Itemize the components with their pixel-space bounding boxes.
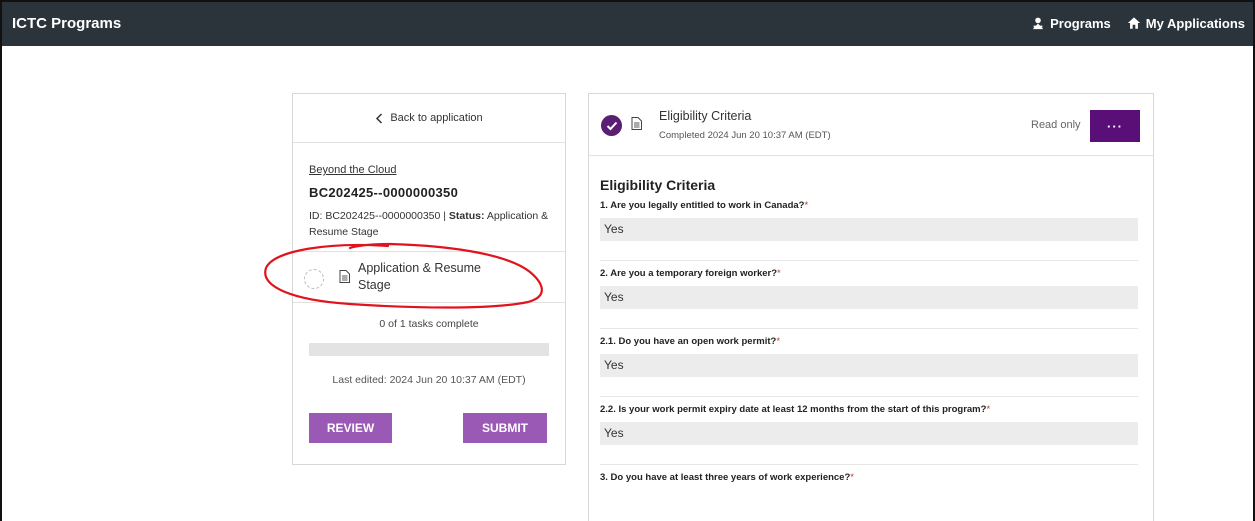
question-text: 2.2. Is your work permit expiry date at … xyxy=(600,404,987,415)
application-info: Beyond the Cloud BC202425--0000000350 ID… xyxy=(293,143,565,252)
stage-label: Application & Resume Stage xyxy=(358,261,481,292)
programs-icon xyxy=(1032,17,1044,30)
application-summary-card: Back to application Beyond the Cloud BC2… xyxy=(292,93,566,465)
review-button[interactable]: REVIEW xyxy=(309,413,392,443)
nav-programs-label: Programs xyxy=(1050,15,1111,31)
back-label: Back to application xyxy=(390,112,483,124)
form-title: Eligibility Criteria xyxy=(600,177,716,193)
task-completed-date: Completed 2024 Jun 20 10:37 AM (EDT) xyxy=(659,130,831,141)
read-only-label: Read only xyxy=(1031,119,1081,131)
question-item: 2.2. Is your work permit expiry date at … xyxy=(600,404,1138,465)
question-label: 2.2. Is your work permit expiry date at … xyxy=(600,404,1138,415)
answer-field: Yes xyxy=(600,218,1138,241)
eligibility-criteria-card: Eligibility Criteria Completed 2024 Jun … xyxy=(588,93,1154,521)
question-label: 1. Are you legally entitled to work in C… xyxy=(600,200,1138,211)
answer-field: Yes xyxy=(600,354,1138,377)
task-header: Eligibility Criteria Completed 2024 Jun … xyxy=(589,94,1153,156)
question-divider xyxy=(600,309,1138,329)
document-icon xyxy=(631,117,642,130)
required-mark: * xyxy=(850,472,854,483)
question-text: 3. Do you have at least three years of w… xyxy=(600,472,851,483)
nav-my-applications-label: My Applications xyxy=(1145,15,1245,31)
question-divider xyxy=(600,241,1138,261)
required-mark: * xyxy=(776,336,781,347)
completed-check-icon xyxy=(601,115,622,136)
question-item: 2.1. Do you have an open work permit?* Y… xyxy=(600,336,1138,397)
question-item: 1. Are you legally entitled to work in C… xyxy=(600,200,1138,261)
more-options-button[interactable]: ··· xyxy=(1090,110,1140,142)
question-text: 2.1. Do you have an open work permit? xyxy=(600,336,777,347)
last-edited-text: Last edited: 2024 Jun 20 10:37 AM (EDT) xyxy=(332,374,526,386)
stage-item[interactable]: Application & Resume Stage xyxy=(293,252,565,303)
application-code: BC202425--0000000350 xyxy=(309,185,459,200)
required-mark: * xyxy=(986,404,991,415)
required-mark: * xyxy=(777,268,781,279)
question-label: 2. Are you a temporary foreign worker?* xyxy=(600,268,1138,279)
application-meta: ID: BC202425--0000000350 | Status: Appli… xyxy=(309,208,549,240)
answer-field: Yes xyxy=(600,286,1138,309)
question-label: 2.1. Do you have an open work permit?* xyxy=(600,336,1138,347)
document-icon xyxy=(339,270,350,283)
question-text: 2. Are you a temporary foreign worker? xyxy=(600,268,778,279)
meta-id-prefix: ID: xyxy=(309,210,326,222)
organization-link[interactable]: Beyond the Cloud xyxy=(309,164,396,176)
question-item: 3. Do you have at least three years of w… xyxy=(600,472,1138,483)
tasks-status: 0 of 1 tasks complete xyxy=(379,318,479,330)
meta-id: BC202425--0000000350 xyxy=(325,210,441,222)
eligibility-form: Eligibility Criteria 1. Are you legally … xyxy=(589,177,1153,483)
home-icon xyxy=(1127,17,1140,29)
submit-button[interactable]: SUBMIT xyxy=(463,413,547,443)
question-text: 1. Are you legally entitled to work in C… xyxy=(600,200,805,211)
meta-sep: | xyxy=(440,210,449,222)
chevron-left-icon xyxy=(376,112,383,124)
answer-field: Yes xyxy=(600,422,1138,445)
app-brand[interactable]: ICTC Programs xyxy=(12,15,121,32)
question-item: 2. Are you a temporary foreign worker?* … xyxy=(600,268,1138,329)
nav-my-applications[interactable]: My Applications xyxy=(1127,16,1245,31)
nav-programs[interactable]: Programs xyxy=(1031,16,1111,31)
task-title: Eligibility Criteria xyxy=(659,109,752,123)
question-divider xyxy=(600,445,1138,465)
required-mark: * xyxy=(804,200,809,211)
meta-status-label: Status: xyxy=(448,210,485,222)
back-to-application-link[interactable]: Back to application xyxy=(293,94,565,143)
top-nav: Programs My Applications xyxy=(1031,16,1245,31)
question-divider xyxy=(600,377,1138,397)
top-navbar: ICTC Programs Programs My Applications xyxy=(0,0,1255,46)
incomplete-status-icon xyxy=(304,269,324,289)
task-progress-bar xyxy=(309,343,549,356)
action-buttons: REVIEW SUBMIT xyxy=(293,413,565,443)
question-label: 3. Do you have at least three years of w… xyxy=(600,472,1138,483)
